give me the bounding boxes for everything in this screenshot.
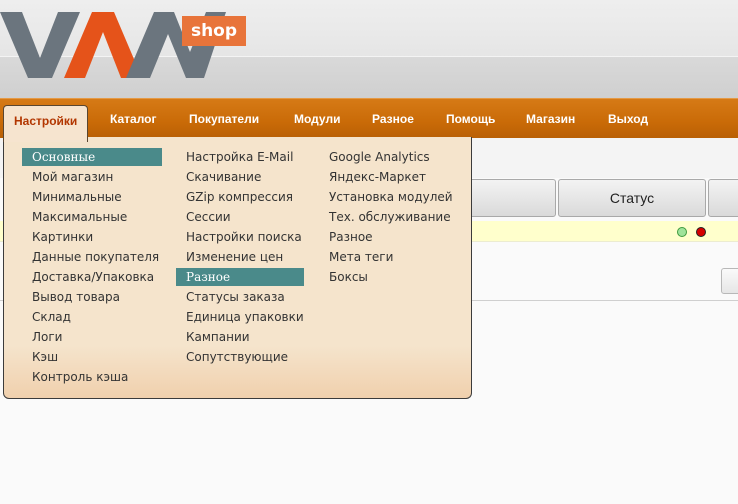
nav-item-settings[interactable]: Настройки bbox=[3, 105, 89, 142]
menu-item-cache[interactable]: Кэш bbox=[22, 348, 162, 366]
menu-item-maximum[interactable]: Максимальные bbox=[22, 208, 162, 226]
nav-item-help[interactable]: Помощь bbox=[446, 99, 495, 139]
menu-item-boxes[interactable]: Боксы bbox=[319, 268, 459, 286]
menu-item-misc[interactable]: Разное bbox=[176, 268, 304, 286]
menu-item-my-shop[interactable]: Мой магазин bbox=[22, 168, 162, 186]
header: shop bbox=[0, 0, 738, 99]
menu-item-meta-tags[interactable]: Мета теги bbox=[319, 248, 459, 266]
nav-item-customers[interactable]: Покупатели bbox=[189, 99, 259, 139]
settings-dropdown-menu: Основные Мой магазин Минимальные Максима… bbox=[3, 137, 472, 399]
shop-badge: shop bbox=[182, 16, 246, 46]
table-header-column[interactable] bbox=[708, 179, 738, 217]
nav-item-logout[interactable]: Выход bbox=[608, 99, 648, 139]
action-button[interactable] bbox=[721, 268, 738, 294]
menu-item-campaigns[interactable]: Кампании bbox=[176, 328, 304, 346]
menu-item-search-settings[interactable]: Настройки поиска bbox=[176, 228, 304, 246]
menu-item-shipping[interactable]: Доставка/Упаковка bbox=[22, 268, 162, 286]
menu-item-download[interactable]: Скачивание bbox=[176, 168, 304, 186]
menu-item-email-settings[interactable]: Настройка E-Mail bbox=[176, 148, 304, 166]
status-active-icon[interactable] bbox=[677, 227, 687, 237]
menu-item-order-status[interactable]: Статусы заказа bbox=[176, 288, 304, 306]
menu-item-logs[interactable]: Логи bbox=[22, 328, 162, 346]
status-inactive-icon[interactable] bbox=[696, 227, 706, 237]
table-header-status[interactable]: Статус bbox=[558, 179, 706, 217]
menu-item-module-install[interactable]: Установка модулей bbox=[319, 188, 459, 206]
menu-item-basic[interactable]: Основные bbox=[22, 148, 162, 166]
menu-item-product-listing[interactable]: Вывод товара bbox=[22, 288, 162, 306]
menu-item-gzip[interactable]: GZip компрессия bbox=[176, 188, 304, 206]
menu-item-related[interactable]: Сопутствующие bbox=[176, 348, 304, 366]
menu-item-yandex-market[interactable]: Яндекс-Маркет bbox=[319, 168, 459, 186]
menu-item-customer-data[interactable]: Данные покупателя bbox=[22, 248, 162, 266]
menu-item-price-change[interactable]: Изменение цен bbox=[176, 248, 304, 266]
main-nav: Настройки Каталог Покупатели Модули Разн… bbox=[0, 98, 738, 142]
menu-item-images[interactable]: Картинки bbox=[22, 228, 162, 246]
nav-item-catalog[interactable]: Каталог bbox=[110, 99, 157, 139]
nav-item-misc[interactable]: Разное bbox=[372, 99, 414, 139]
nav-item-modules[interactable]: Модули bbox=[294, 99, 340, 139]
menu-item-misc-2[interactable]: Разное bbox=[319, 228, 459, 246]
menu-item-cache-control[interactable]: Контроль кэша bbox=[22, 368, 162, 386]
menu-item-minimum[interactable]: Минимальные bbox=[22, 188, 162, 206]
nav-item-shop[interactable]: Магазин bbox=[526, 99, 575, 139]
menu-item-google-analytics[interactable]: Google Analytics bbox=[319, 148, 459, 166]
menu-item-maintenance[interactable]: Тех. обслуживание bbox=[319, 208, 459, 226]
menu-item-stock[interactable]: Склад bbox=[22, 308, 162, 326]
menu-item-sessions[interactable]: Сессии bbox=[176, 208, 304, 226]
menu-item-packing-unit[interactable]: Единица упаковки bbox=[176, 308, 304, 326]
